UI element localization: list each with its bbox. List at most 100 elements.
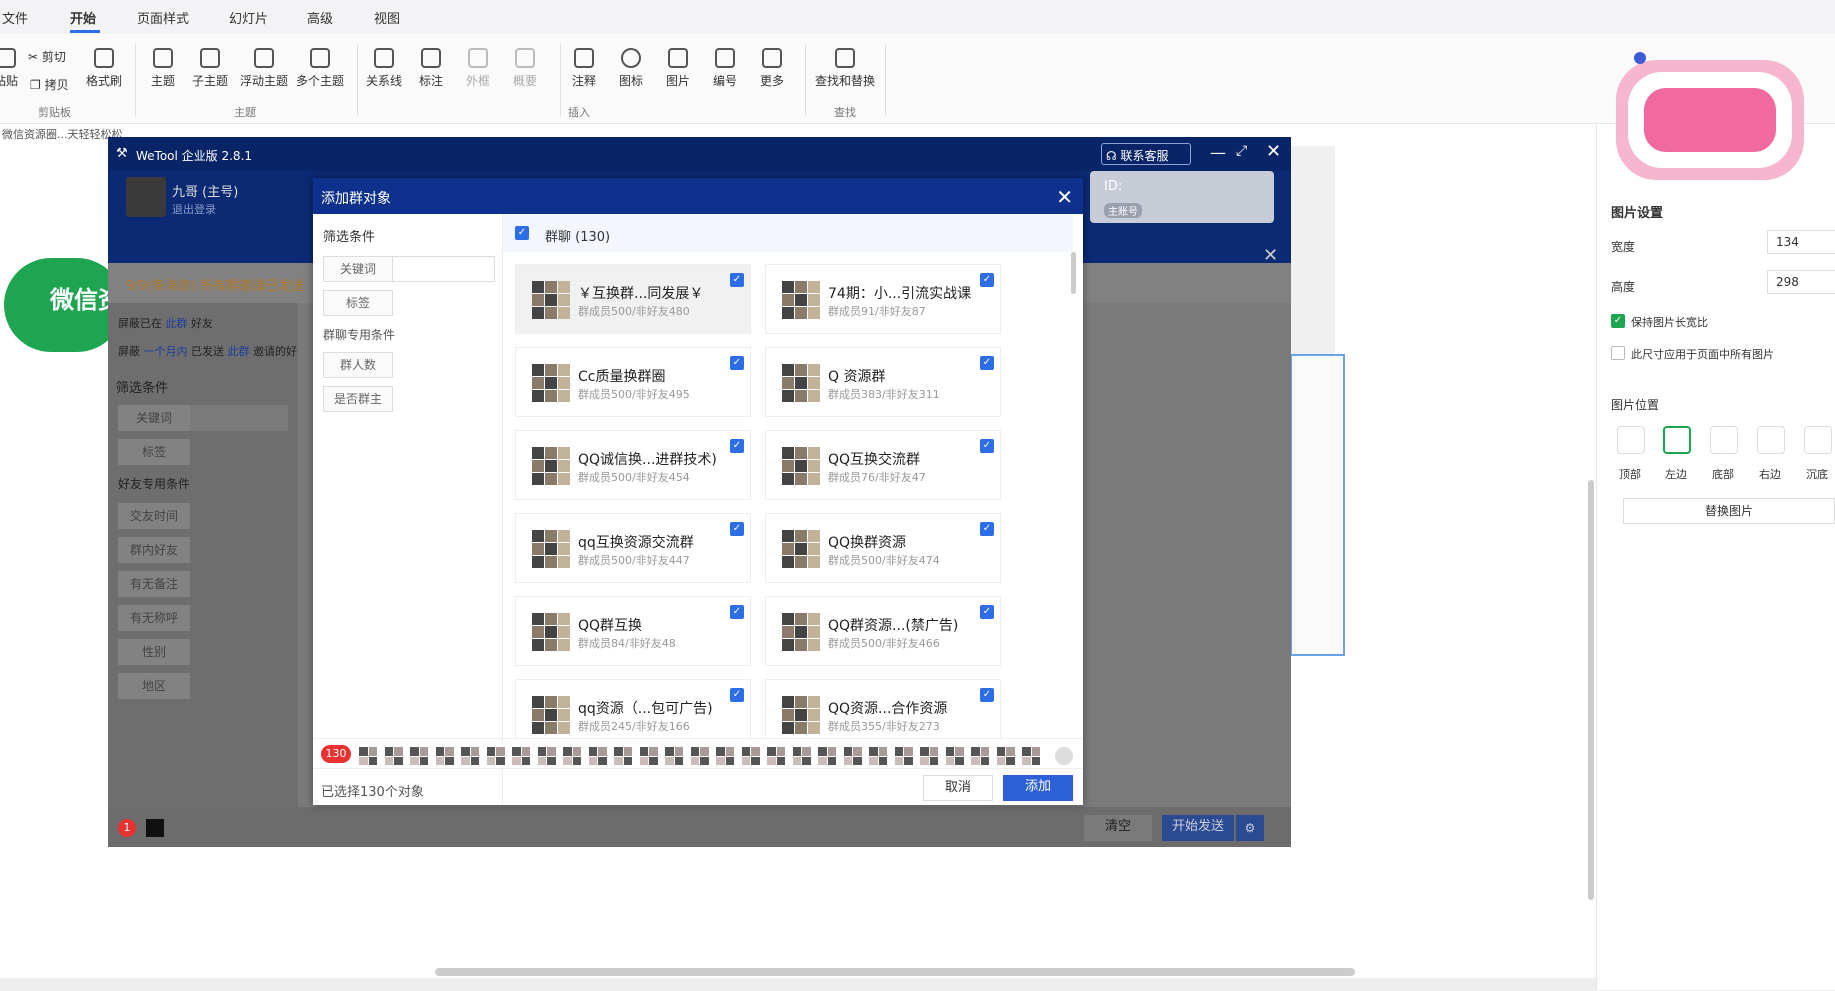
position-top-icon[interactable] [1617,426,1645,454]
friend-filter-ingroup[interactable]: 群内好友 [118,537,190,563]
height-input[interactable]: 298 [1767,270,1835,294]
close-icon[interactable]: ✕ [1056,185,1073,209]
friend-filter-region[interactable]: 地区 [118,673,190,699]
select-all-checkbox[interactable]: ✓ [515,226,529,240]
tag-filter[interactable]: 标签 [323,290,393,316]
group-card[interactable]: ￥互换群...同发展￥ 群成员500/非好友480 ✓ [515,264,751,334]
selected-avatars-strip: 130 [313,738,1083,768]
group-checkbox[interactable]: ✓ [980,605,994,619]
menu-tab-file[interactable]: 文件 [2,8,28,27]
replace-image-button[interactable]: 替换图片 [1623,498,1835,524]
group-checkbox[interactable]: ✓ [980,439,994,453]
menu-tab-advanced[interactable]: 高级 [307,8,333,27]
menu-tab-page-style[interactable]: 页面样式 [137,8,189,27]
friend-filter-gender[interactable]: 性别 [118,639,190,665]
keep-ratio-checkbox[interactable]: ✓ [1611,314,1625,328]
settings-icon[interactable]: ⚙ [1236,815,1264,841]
contact-service-button[interactable]: ☊ 联系客服 [1101,143,1191,165]
terminal-icon[interactable] [146,819,164,837]
vertical-scrollbar[interactable] [1588,480,1594,900]
tag-filter[interactable]: 标签 [118,439,190,465]
close-icon[interactable]: ✕ [1266,141,1281,162]
group-checkbox[interactable]: ✓ [730,273,744,287]
start-send-button[interactable]: 开始发送 [1162,815,1234,841]
group-members: 群成员500/非好友474 [828,554,940,567]
group-checkbox[interactable]: ✓ [730,439,744,453]
position-right-icon[interactable] [1757,426,1785,454]
central-topic-node[interactable]: 微信资 [4,258,124,352]
maximize-icon[interactable]: ⤢ [1236,143,1247,159]
menu-tab-slides[interactable]: 幻灯片 [229,8,268,27]
position-sink-icon[interactable] [1804,426,1832,454]
group-members: 群成员91/非好友87 [828,305,926,318]
group-checkbox[interactable]: ✓ [980,273,994,287]
dialog-filter-panel: 筛选条件 关键词 标签 群聊专用条件 群人数 是否群主 [313,214,503,805]
cancel-button[interactable]: 取消 [923,775,993,801]
keyword-input[interactable] [393,256,495,282]
group-card[interactable]: qq资源（...包可广告) 群成员245/非好友166 ✓ [515,679,751,738]
format-painter-button[interactable]: 格式刷 [76,48,132,89]
subtopic-button[interactable]: 子主题 [182,48,238,89]
position-left-icon[interactable] [1663,426,1691,454]
apply-all-checkbox[interactable] [1611,346,1625,360]
summary-button[interactable]: 概要 [497,48,553,89]
group-card[interactable]: QQ群互换 群成员84/非好友48 ✓ [515,596,751,666]
width-input[interactable]: 134 [1767,230,1835,254]
clear-button[interactable]: 清空 [1084,815,1152,841]
group-card[interactable]: Q 资源群 群成员383/非好友311 ✓ [765,347,1001,417]
list-scrollbar[interactable] [1071,252,1076,294]
group-card[interactable]: Cc质量换群圈 群成员500/非好友495 ✓ [515,347,751,417]
group-card[interactable]: QQ换群资源 群成员500/非好友474 ✓ [765,513,1001,583]
keyword-input[interactable] [190,405,288,431]
is-owner-filter[interactable]: 是否群主 [323,386,393,412]
block-link-1[interactable]: 此群 [166,317,188,330]
group-name: qq资源（...包可广告) [578,701,713,717]
group-checkbox[interactable]: ✓ [980,688,994,702]
selected-image[interactable] [1290,354,1345,656]
group-checkbox[interactable]: ✓ [980,356,994,370]
ribbon-toolbar: 粘贴 ✂ 剪切 ❐ 拷贝 格式刷 主题 子主题 浮动主题 多个主题 关系线 标注… [0,34,1835,124]
logout-link[interactable]: 退出登录 [172,201,216,217]
keyword-filter[interactable]: 关键词 [323,256,393,282]
close-icon[interactable]: ✕ [1263,245,1278,266]
more-button[interactable]: 更多 [744,48,800,89]
minimize-icon[interactable]: — [1210,143,1226,162]
selected-avatar-thumb [869,747,887,765]
keep-ratio-label: 保持图片长宽比 [1631,316,1708,329]
friend-filter-time[interactable]: 交友时间 [118,503,190,529]
find-replace-button[interactable]: 查找和替换 [810,48,880,89]
menu-tab-home[interactable]: 开始 [70,8,96,27]
group-card[interactable]: QQ互换交流群 群成员76/非好友47 ✓ [765,430,1001,500]
multi-topic-button[interactable]: 多个主题 [290,48,350,89]
group-checkbox[interactable]: ✓ [730,605,744,619]
horizontal-scrollbar[interactable] [435,968,1355,976]
group-checkbox[interactable]: ✓ [730,522,744,536]
selected-avatar-thumb [843,747,862,765]
floating-topic-button[interactable]: 浮动主题 [234,48,294,89]
group-card-grid: ￥互换群...同发展￥ 群成员500/非好友480 ✓ 74期：小...引流实战… [503,252,1063,738]
group-checkbox[interactable]: ✓ [730,688,744,702]
group-members: 群成员84/非好友48 [578,637,676,650]
group-card[interactable]: 74期：小...引流实战课 群成员91/非好友87 ✓ [765,264,1001,334]
keyword-filter[interactable]: 关键词 [118,405,190,431]
selected-avatar-thumb [563,747,581,765]
selected-count-text: 已选择130个对象 [321,785,424,800]
group-label-find: 查找 [834,106,856,119]
menu-tab-view[interactable]: 视图 [374,8,400,27]
add-button[interactable]: 添加 [1003,775,1073,801]
group-card[interactable]: QQ群资源...(禁广告) 群成员500/非好友466 ✓ [765,596,1001,666]
group-checkbox[interactable]: ✓ [730,356,744,370]
position-bottom-icon[interactable] [1710,426,1738,454]
group-checkbox[interactable]: ✓ [980,522,994,536]
group-avatar [782,613,820,651]
group-card[interactable]: QQ诚信换...进群技术) 群成员500/非好友454 ✓ [515,430,751,500]
more-avatars-icon[interactable] [1055,747,1073,765]
avatar[interactable] [126,177,166,217]
group-card[interactable]: qq互换资源交流群 群成员500/非好友447 ✓ [515,513,751,583]
notification-badge[interactable]: 1 [118,819,136,837]
group-members: 群成员500/非好友495 [578,388,690,401]
group-size-filter[interactable]: 群人数 [323,352,393,378]
group-card[interactable]: QQ资源...合作资源 群成员355/非好友273 ✓ [765,679,1001,738]
friend-filter-title[interactable]: 有无称呼 [118,605,190,631]
friend-filter-remark[interactable]: 有无备注 [118,571,190,597]
